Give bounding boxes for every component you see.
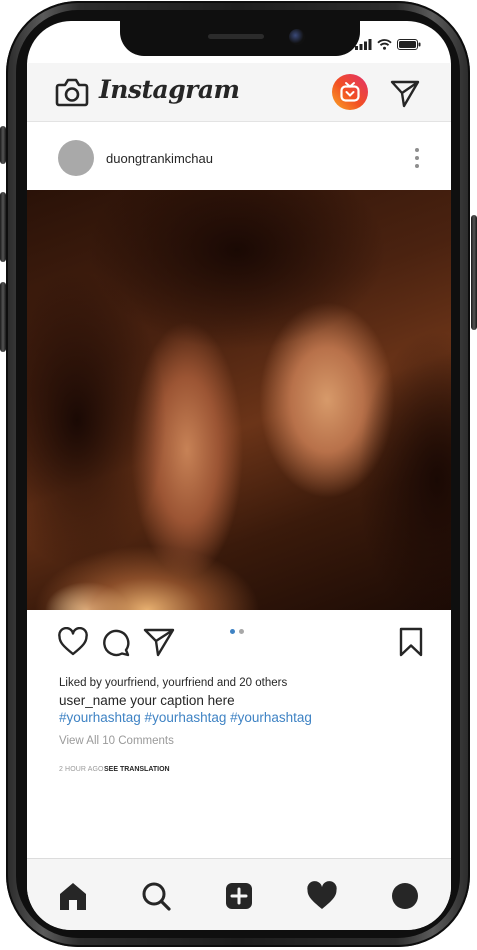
- camera-button[interactable]: [55, 77, 89, 107]
- volume-down-button: [0, 282, 6, 352]
- heart-icon: [58, 626, 88, 656]
- search-icon: [142, 882, 171, 911]
- phone-screen: Instagram duongtrankimchau Liked by your…: [27, 21, 451, 930]
- post-username[interactable]: duongtrankimchau: [106, 151, 213, 166]
- nav-search-button[interactable]: [140, 880, 172, 912]
- cellular-signal-icon: [355, 39, 372, 50]
- post-photo[interactable]: [27, 190, 451, 610]
- comment-button[interactable]: [100, 627, 132, 657]
- post-header: duongtrankimchau: [27, 122, 451, 190]
- nav-add-post-button[interactable]: [223, 880, 255, 912]
- camera-icon: [55, 78, 89, 107]
- bookmark-icon: [399, 627, 423, 657]
- view-comments-link[interactable]: View All 10 Comments: [59, 735, 174, 747]
- nav-activity-button[interactable]: [306, 880, 338, 912]
- see-translation-link[interactable]: SEE TRANSLATION: [104, 766, 170, 773]
- more-vertical-icon: [415, 148, 419, 168]
- like-button[interactable]: [57, 626, 89, 657]
- status-bar-icons: [355, 39, 421, 50]
- heart-filled-icon: [307, 881, 337, 909]
- send-icon: [143, 628, 175, 657]
- photo-shadow-right: [357, 330, 451, 610]
- post-hashtags[interactable]: #yourhashtag #yourhashtag #yourhashtag: [59, 710, 312, 725]
- avatar[interactable]: [58, 140, 94, 176]
- speaker-grill: [208, 34, 264, 39]
- carousel-indicator: [230, 629, 244, 634]
- nav-profile-button[interactable]: [389, 880, 421, 912]
- post-actions: [27, 610, 451, 670]
- mute-switch: [0, 126, 6, 164]
- nav-home-button[interactable]: [57, 880, 89, 912]
- likes-summary[interactable]: Liked by yourfriend, yourfriend and 20 o…: [59, 677, 287, 689]
- home-icon: [60, 883, 86, 910]
- battery-icon: [397, 39, 421, 50]
- notch: [120, 21, 360, 56]
- timestamp-text: 2 HOUR AGO: [59, 766, 104, 773]
- send-icon: [390, 80, 420, 108]
- igtv-button[interactable]: [332, 74, 368, 110]
- wifi-icon: [377, 39, 392, 50]
- front-camera: [289, 29, 305, 45]
- volume-up-button: [0, 192, 6, 262]
- instagram-logo: Instagram: [99, 75, 240, 104]
- app-header: Instagram: [27, 63, 451, 122]
- profile-icon: [392, 883, 418, 909]
- igtv-icon: [340, 82, 360, 102]
- post-options-button[interactable]: [410, 146, 424, 170]
- comment-icon: [103, 629, 130, 657]
- save-button[interactable]: [395, 627, 427, 657]
- add-post-icon: [226, 883, 252, 909]
- carousel-dot-active: [230, 629, 235, 634]
- bottom-navigation: [27, 858, 451, 930]
- share-button[interactable]: [143, 627, 175, 657]
- carousel-dot: [239, 629, 244, 634]
- power-button: [471, 215, 477, 330]
- post-caption: user_name your caption here: [59, 693, 235, 708]
- direct-messages-button[interactable]: [390, 78, 420, 108]
